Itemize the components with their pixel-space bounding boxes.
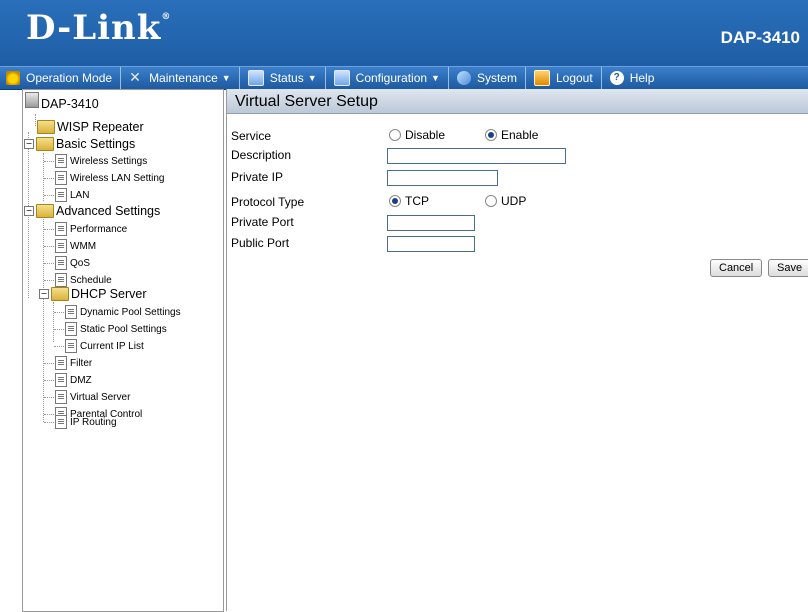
- tree-item-filter[interactable]: Filter: [55, 356, 92, 370]
- page-title: Virtual Server Setup: [227, 89, 808, 114]
- radio-checked-icon: [389, 195, 401, 207]
- folder-icon: [37, 120, 55, 134]
- tree-item-lan[interactable]: LAN: [55, 188, 89, 202]
- folder-icon: [36, 137, 54, 151]
- tools-icon: ✕: [129, 70, 141, 86]
- description-input[interactable]: [387, 148, 566, 164]
- collapse-icon[interactable]: −: [24, 139, 34, 149]
- tree-item-virtual-server[interactable]: Virtual Server: [55, 390, 130, 404]
- service-label: Service: [231, 129, 272, 143]
- chevron-down-icon: ▼: [431, 73, 440, 83]
- home-icon: [6, 71, 20, 85]
- page-icon: [55, 171, 67, 185]
- dlink-logo: D-Link®: [26, 8, 172, 48]
- chevron-down-icon: ▼: [221, 73, 231, 83]
- computer-icon: [25, 92, 39, 108]
- page-icon: [55, 273, 67, 287]
- monitor-icon: [333, 70, 350, 86]
- radio-unchecked-icon: [389, 129, 401, 141]
- page-icon: [55, 356, 67, 370]
- page-icon: [55, 154, 67, 168]
- service-disable-radio[interactable]: Disable: [389, 128, 445, 142]
- network-icon: [456, 71, 471, 85]
- page-icon: [55, 239, 67, 253]
- tree-item-current-ip-list[interactable]: Current IP List: [65, 339, 144, 353]
- radio-unchecked-icon: [485, 195, 497, 207]
- tree-item-dmz[interactable]: DMZ: [55, 373, 92, 387]
- model-name: DAP-3410: [720, 28, 800, 47]
- monitor-icon: [247, 70, 264, 86]
- page-icon: [55, 373, 67, 387]
- tree-item-dynamic-pool-settings[interactable]: Dynamic Pool Settings: [65, 305, 181, 319]
- protocol-type-label: Protocol Type: [231, 195, 305, 209]
- page-icon: [55, 188, 67, 202]
- description-label: Description: [231, 148, 292, 162]
- cancel-button[interactable]: Cancel: [710, 259, 763, 277]
- tree-item-ip-routing[interactable]: IP Routing: [55, 415, 117, 429]
- protocol-tcp-radio[interactable]: TCP: [389, 194, 429, 208]
- tree-item-schedule[interactable]: Schedule: [55, 273, 112, 287]
- tree-item-wireless-settings[interactable]: Wireless Settings: [55, 154, 147, 168]
- tree-item-static-pool-settings[interactable]: Static Pool Settings: [65, 322, 167, 336]
- public-port-label: Public Port: [231, 236, 290, 250]
- nav-operation-mode[interactable]: Operation Mode: [0, 67, 122, 89]
- page-icon: [55, 222, 67, 236]
- tree-item-basic-settings[interactable]: − Basic Settings: [24, 137, 135, 151]
- private-ip-label: Private IP: [231, 170, 284, 184]
- tree-item-wisp-repeater[interactable]: WISP Repeater: [37, 120, 144, 134]
- page-icon: [55, 415, 67, 429]
- page-icon: [65, 305, 77, 319]
- public-port-input[interactable]: [387, 236, 475, 252]
- nav-logout[interactable]: Logout: [526, 67, 602, 89]
- nav-configuration[interactable]: Configuration ▼: [326, 67, 449, 89]
- private-port-label: Private Port: [231, 215, 294, 229]
- tree-item-wireless-lan-setting[interactable]: Wireless LAN Setting: [55, 171, 164, 185]
- tree-root-device[interactable]: DAP-3410: [25, 92, 99, 111]
- tree-item-qos[interactable]: QoS: [55, 256, 90, 270]
- tree-item-dhcp-server[interactable]: − DHCP Server: [39, 287, 146, 301]
- nav-status[interactable]: Status ▼: [240, 67, 326, 89]
- chevron-down-icon: ▼: [307, 73, 317, 83]
- header-bar: D-Link® DAP-3410: [0, 0, 808, 66]
- tree-item-wmm[interactable]: WMM: [55, 239, 96, 253]
- service-enable-radio[interactable]: Enable: [485, 128, 538, 142]
- tree-item-advanced-settings[interactable]: − Advanced Settings: [24, 204, 160, 218]
- nav-system[interactable]: System: [449, 67, 526, 89]
- private-port-input[interactable]: [387, 215, 475, 231]
- menu-tree: DAP-3410 WISP Repeater − Basic Settings …: [22, 89, 224, 612]
- nav-help[interactable]: ? Help: [602, 67, 663, 89]
- collapse-icon[interactable]: −: [39, 289, 49, 299]
- private-ip-input[interactable]: [387, 170, 498, 186]
- folder-icon: [51, 287, 69, 301]
- page-icon: [65, 322, 77, 336]
- nav-maintenance[interactable]: ✕ Maintenance ▼: [121, 67, 240, 89]
- page-icon: [55, 256, 67, 270]
- protocol-udp-radio[interactable]: UDP: [485, 194, 526, 208]
- save-button[interactable]: Save: [768, 259, 808, 277]
- page-icon: [65, 339, 77, 353]
- page-icon: [55, 390, 67, 404]
- help-icon: ?: [609, 71, 624, 85]
- tree-item-performance[interactable]: Performance: [55, 222, 127, 236]
- radio-checked-icon: [485, 129, 497, 141]
- logout-icon: [533, 70, 550, 86]
- collapse-icon[interactable]: −: [24, 206, 34, 216]
- main-content: Virtual Server Setup Service Disable Ena…: [226, 89, 808, 611]
- main-nav: Operation Mode ✕ Maintenance ▼ Status ▼ Co…: [0, 66, 808, 90]
- folder-icon: [36, 204, 54, 218]
